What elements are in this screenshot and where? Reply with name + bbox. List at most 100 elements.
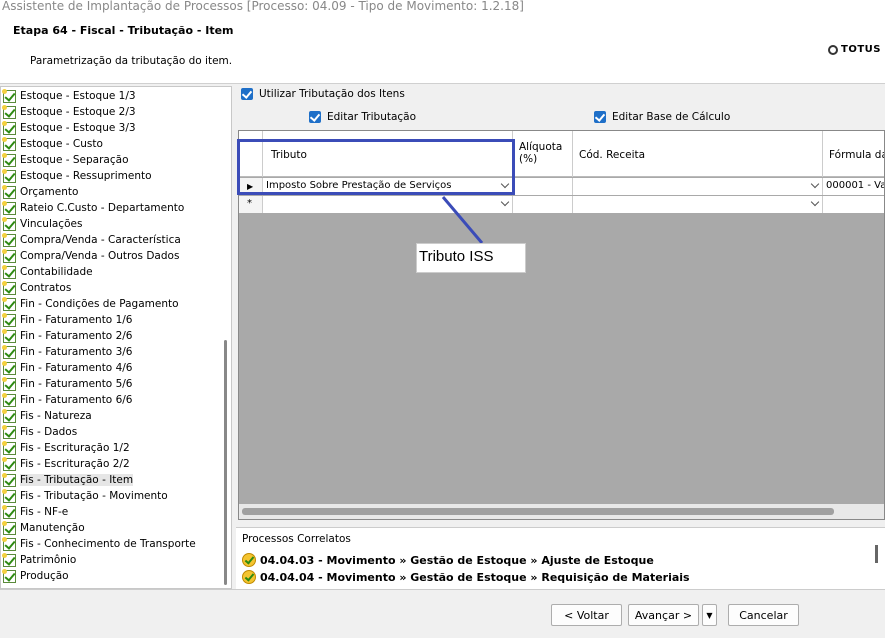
- sidebar-item[interactable]: Estoque - Separação: [2, 152, 129, 168]
- edit-base-option[interactable]: Editar Base de Cálculo: [594, 111, 730, 123]
- sidebar-item[interactable]: Estoque - Estoque 2/3: [2, 104, 136, 120]
- sidebar-item-label: Contratos: [20, 282, 72, 294]
- scrollbar-thumb[interactable]: [242, 508, 834, 515]
- sidebar-item[interactable]: Contratos: [2, 280, 72, 296]
- step-done-icon: [2, 360, 16, 375]
- aliquota-cell[interactable]: [513, 178, 573, 195]
- sidebar-item[interactable]: Manutenção: [2, 520, 85, 536]
- chevron-down-icon[interactable]: [810, 197, 820, 207]
- next-dropdown-button[interactable]: ▼: [702, 604, 717, 626]
- grid-horizontal-scrollbar[interactable]: [239, 504, 884, 519]
- step-done-icon: [2, 168, 16, 183]
- sidebar-item[interactable]: Contabilidade: [2, 264, 93, 280]
- step-title: Etapa 64 - Fiscal - Tributação - Item: [13, 24, 234, 37]
- sidebar-item[interactable]: Fin - Faturamento 2/6: [2, 328, 132, 344]
- chevron-down-icon[interactable]: [810, 179, 820, 189]
- sidebar-item-label: Rateio C.Custo - Departamento: [20, 202, 185, 214]
- cod-receita-cell[interactable]: [573, 178, 823, 195]
- sidebar-item[interactable]: Fis - Tributação - Movimento: [2, 488, 168, 504]
- step-done-icon: [2, 280, 16, 295]
- edit-base-label: Editar Base de Cálculo: [612, 111, 731, 123]
- sidebar-item[interactable]: Patrimônio: [2, 552, 76, 568]
- process-check-icon: [242, 570, 256, 584]
- sidebar-item[interactable]: Fis - NF-e: [2, 504, 68, 520]
- sidebar-item[interactable]: Fis - Tributação - Item: [2, 472, 134, 488]
- edit-base-checkbox[interactable]: [594, 111, 606, 123]
- step-done-icon: [2, 392, 16, 407]
- formula-cell[interactable]: [823, 196, 884, 213]
- sidebar-item-label: Produção: [20, 570, 69, 582]
- related-scrollbar[interactable]: [875, 545, 878, 563]
- sidebar-item[interactable]: Fin - Faturamento 1/6: [2, 312, 132, 328]
- cancel-button[interactable]: Cancelar: [728, 604, 799, 626]
- related-process-link[interactable]: 04.04.03 - Movimento » Gestão de Estoque…: [242, 553, 654, 567]
- step-done-icon: [2, 440, 16, 455]
- step-done-icon: [2, 344, 16, 359]
- sidebar-item[interactable]: Produção: [2, 568, 69, 584]
- sidebar-item[interactable]: Fis - Dados: [2, 424, 78, 440]
- back-button[interactable]: < Voltar: [551, 604, 622, 626]
- sidebar-item[interactable]: Fin - Faturamento 3/6: [2, 344, 132, 360]
- column-formula[interactable]: Fórmula da: [823, 131, 885, 177]
- aliquota-cell[interactable]: [513, 196, 573, 213]
- column-cod-receita[interactable]: Cód. Receita: [573, 131, 823, 177]
- sidebar-item-label: Estoque - Estoque 1/3: [20, 90, 136, 102]
- formula-cell[interactable]: 000001 - Val: [823, 178, 885, 195]
- use-item-tax-checkbox[interactable]: [241, 88, 253, 100]
- use-item-tax-option[interactable]: Utilizar Tributação dos Itens: [241, 88, 405, 100]
- sidebar-item-label: Fis - Tributação - Movimento: [20, 490, 168, 502]
- sidebar-item[interactable]: Compra/Venda - Característica: [2, 232, 181, 248]
- step-done-icon: [2, 296, 16, 311]
- column-aliquota[interactable]: Alíquota (%): [513, 131, 573, 177]
- column-cod-receita-label: Cód. Receita: [579, 149, 646, 161]
- annotation-callout: Tributo ISS: [416, 243, 526, 273]
- sidebar-item-label: Fis - Escrituração 1/2: [20, 442, 130, 454]
- edit-tax-label: Editar Tributação: [327, 111, 417, 123]
- step-done-icon: [2, 504, 16, 519]
- sidebar-item[interactable]: Fis - Escrituração 1/2: [2, 440, 130, 456]
- sidebar-item-label: Estoque - Ressuprimento: [20, 170, 152, 182]
- step-done-icon: [2, 520, 16, 535]
- sidebar-item[interactable]: Fin - Faturamento 5/6: [2, 376, 133, 392]
- sidebar-scrollbar[interactable]: [224, 340, 227, 585]
- column-formula-label: Fórmula da: [829, 149, 885, 161]
- sidebar-item[interactable]: Fin - Faturamento 4/6: [2, 360, 132, 376]
- step-done-icon: [2, 488, 16, 503]
- step-description: Parametrização da tributação do item.: [30, 55, 233, 67]
- related-processes-panel: Processos Correlatos 04.04.03 - Moviment…: [236, 527, 885, 589]
- formula-value: 000001 - Val: [826, 180, 885, 191]
- sidebar-item[interactable]: Fis - Natureza: [2, 408, 92, 424]
- sidebar-item[interactable]: Fis - Conhecimento de Transporte: [2, 536, 196, 552]
- step-list-sidebar[interactable]: Estoque - Estoque 1/3 Estoque - Estoque 2…: [0, 86, 232, 589]
- edit-tax-checkbox[interactable]: [309, 111, 321, 123]
- chevron-down-icon[interactable]: [500, 197, 510, 207]
- related-process-label: 04.04.03 - Movimento » Gestão de Estoque…: [260, 553, 654, 567]
- sidebar-item[interactable]: Compra/Venda - Outros Dados: [2, 248, 180, 264]
- step-done-icon: [2, 376, 16, 391]
- sidebar-item[interactable]: Fin - Faturamento 6/6: [2, 392, 133, 408]
- related-process-link[interactable]: 04.04.04 - Movimento » Gestão de Estoque…: [242, 570, 690, 584]
- sidebar-item[interactable]: Rateio C.Custo - Departamento: [2, 200, 185, 216]
- annotation-highlight-box: [237, 139, 515, 195]
- sidebar-item[interactable]: Fin - Condições de Pagamento: [2, 296, 179, 312]
- footer-divider: [0, 589, 885, 590]
- cod-receita-cell[interactable]: [573, 196, 823, 213]
- sidebar-item-label: Compra/Venda - Outros Dados: [20, 250, 180, 262]
- sidebar-item-label: Fin - Faturamento 6/6: [20, 394, 133, 406]
- sidebar-item[interactable]: Estoque - Estoque 1/3: [2, 88, 136, 104]
- tributo-cell[interactable]: [263, 196, 513, 213]
- sidebar-item-label: Fin - Faturamento 5/6: [20, 378, 133, 390]
- sidebar-item[interactable]: Estoque - Estoque 3/3: [2, 120, 136, 136]
- sidebar-item[interactable]: Fis - Escrituração 2/2: [2, 456, 130, 472]
- sidebar-item-label: Estoque - Custo: [20, 138, 103, 150]
- step-done-icon: [2, 408, 16, 423]
- step-done-icon: [2, 200, 16, 215]
- edit-tax-option[interactable]: Editar Tributação: [309, 111, 416, 123]
- sidebar-item[interactable]: Orçamento: [2, 184, 78, 200]
- sidebar-item[interactable]: Vinculações: [2, 216, 82, 232]
- new-row[interactable]: *: [239, 196, 884, 213]
- sidebar-item-label: Fis - Dados: [20, 426, 78, 438]
- sidebar-item[interactable]: Estoque - Custo: [2, 136, 103, 152]
- next-button[interactable]: Avançar >: [628, 604, 699, 626]
- sidebar-item[interactable]: Estoque - Ressuprimento: [2, 168, 152, 184]
